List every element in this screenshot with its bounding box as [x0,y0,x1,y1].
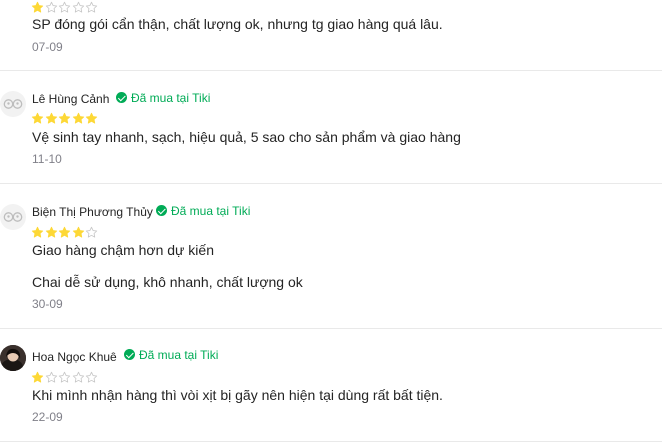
verified-purchase-badge: Đã mua tại Tiki [116,91,210,105]
check-circle-icon [116,92,127,103]
star-filled-icon [58,112,71,124]
default-avatar-icon [0,204,26,230]
star-empty-icon [85,1,98,13]
verified-label: Đã mua tại Tiki [139,348,219,362]
star-empty-icon [85,371,98,383]
star-filled-icon [45,112,57,124]
star-empty-icon [45,1,57,13]
reviewer-name: Lê Hùng Cảnh [32,92,110,106]
verified-label: Đã mua tại Tiki [171,204,251,218]
review-item: Biện Thị Phương Thủy Đã mua tại Tiki Gia… [0,184,662,329]
review-text-line-2: Chai dễ sử dụng, khô nhanh, chất lượng o… [32,274,303,290]
star-filled-icon [31,226,44,238]
star-filled-icon [31,112,44,124]
rating-stars [31,1,99,15]
star-empty-icon [72,1,84,13]
review-text: Khi mình nhận hàng thì vòi xịt bị gãy nê… [32,387,443,403]
check-circle-icon [124,349,135,360]
review-date: 30-09 [32,297,63,311]
star-empty-icon [45,371,57,383]
star-empty-icon [72,371,84,383]
star-empty-icon [58,371,71,383]
rating-stars [31,226,99,240]
review-date: 11-10 [32,152,62,166]
avatar [0,345,26,371]
star-filled-icon [31,1,44,13]
star-filled-icon [85,112,98,124]
review-item: SP đóng gói cẩn thận, chất lượng ok, như… [0,0,662,71]
verified-purchase-badge: Đã mua tại Tiki [124,348,218,362]
star-empty-icon [58,1,71,13]
review-date: 22-09 [32,410,63,424]
rating-stars [31,371,99,385]
star-filled-icon [45,226,57,238]
star-empty-icon [85,226,98,238]
star-filled-icon [72,226,84,238]
review-date: 07-09 [32,40,63,54]
rating-stars [31,112,99,126]
review-item: Hoa Ngọc Khuê Đã mua tại Tiki Khi mình n… [0,329,662,442]
review-text: Giao hàng chậm hơn dự kiến [32,242,214,258]
default-avatar-icon [0,91,26,117]
reviewer-name: Biện Thị Phương Thủy [32,205,153,219]
review-text: SP đóng gói cẩn thận, chất lượng ok, như… [32,16,443,32]
check-circle-icon [156,205,167,216]
review-item: Lê Hùng Cảnh Đã mua tại Tiki Vệ sinh tay… [0,71,662,184]
star-filled-icon [58,226,71,238]
star-filled-icon [31,371,44,383]
verified-purchase-badge: Đã mua tại Tiki [156,204,250,218]
star-filled-icon [72,112,84,124]
review-text: Vệ sinh tay nhanh, sạch, hiệu quả, 5 sao… [32,129,461,145]
verified-label: Đã mua tại Tiki [131,91,211,105]
reviewer-name: Hoa Ngọc Khuê [32,350,117,364]
